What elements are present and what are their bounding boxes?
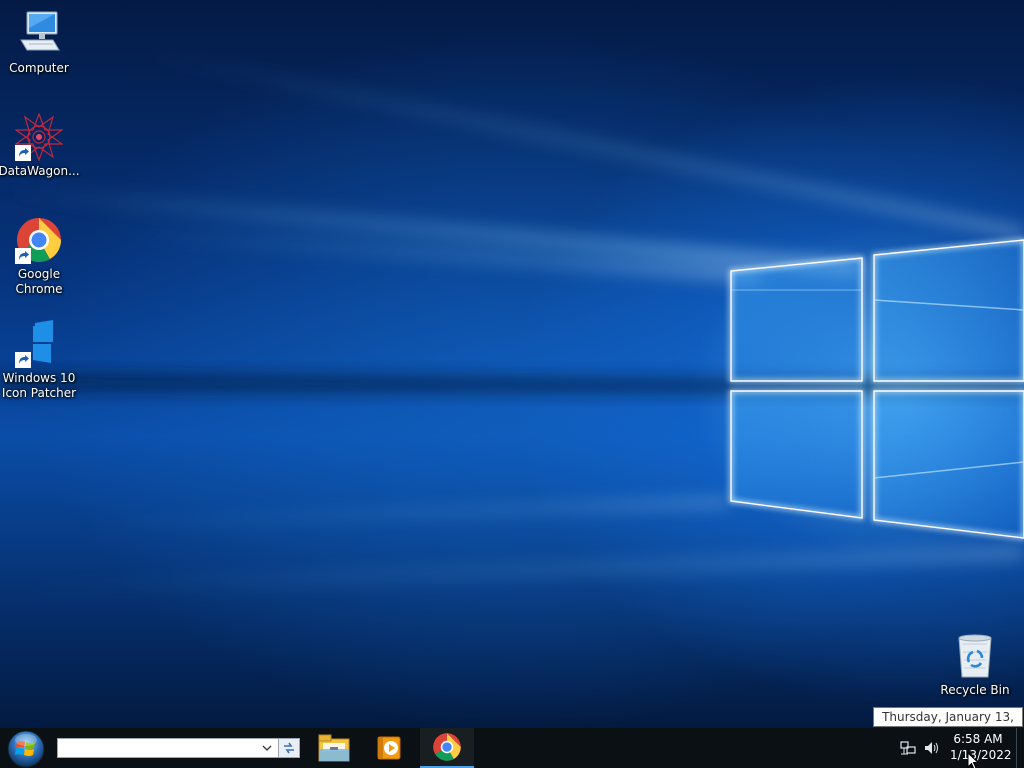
network-icon — [900, 741, 916, 755]
datawagon-icon — [14, 112, 64, 162]
refresh-arrows-icon — [284, 742, 294, 754]
desktop-icon-google-chrome[interactable]: Google Chrome — [1, 216, 77, 297]
shortcut-arrow-icon — [15, 145, 31, 161]
shortcut-arrow-icon — [15, 352, 31, 368]
wallpaper-logo — [0, 40, 1024, 600]
volume-tray-button[interactable] — [923, 740, 941, 756]
start-orb-icon — [7, 730, 45, 768]
search-go-button[interactable] — [278, 738, 300, 758]
shortcut-arrow-icon — [15, 248, 31, 264]
chrome-icon — [433, 733, 461, 761]
desktop-icon-label: Computer — [9, 61, 69, 75]
mouse-cursor-icon — [967, 752, 979, 768]
taskbar-media-player[interactable] — [362, 728, 416, 768]
search-dropdown-button[interactable] — [258, 739, 276, 757]
desktop-icon-recycle-bin[interactable]: Recycle Bin — [937, 632, 1013, 698]
date-tooltip: Thursday, January 13, 2022 — [873, 707, 1023, 742]
network-tray-button[interactable] — [899, 740, 917, 756]
windows-logo-icon — [15, 320, 63, 368]
desktop-background: Computer DataWagon... Google Chrome Wind… — [0, 0, 1024, 728]
chrome-icon — [15, 216, 63, 264]
computer-icon — [15, 10, 63, 58]
recycle-bin-icon — [951, 632, 999, 680]
start-button[interactable] — [6, 729, 46, 768]
taskbar: 6:58 AM 1/13/2022 — [0, 728, 1024, 768]
file-explorer-icon — [318, 734, 350, 762]
desktop-icon-windows10-icon-patcher[interactable]: Windows 10 Icon Patcher — [1, 320, 77, 401]
chevron-down-icon — [262, 745, 272, 751]
volume-icon — [925, 742, 938, 754]
media-player-icon — [377, 736, 401, 760]
desktop-icon-label: Recycle Bin — [940, 683, 1010, 697]
taskbar-google-chrome[interactable] — [420, 728, 474, 768]
show-desktop-button[interactable] — [1016, 728, 1024, 768]
desktop-icon-label: Google Chrome — [15, 267, 63, 296]
desktop-icon-label: DataWagon... — [0, 164, 80, 178]
clock-time: 6:58 AM — [953, 732, 1003, 746]
desktop-icon-label: Windows 10 Icon Patcher — [1, 371, 77, 400]
desktop-icon-computer[interactable]: Computer — [1, 10, 77, 76]
desktop-icon-datawagon[interactable]: DataWagon... — [0, 112, 80, 179]
taskbar-file-explorer[interactable] — [307, 728, 361, 768]
search-input[interactable] — [57, 738, 279, 758]
